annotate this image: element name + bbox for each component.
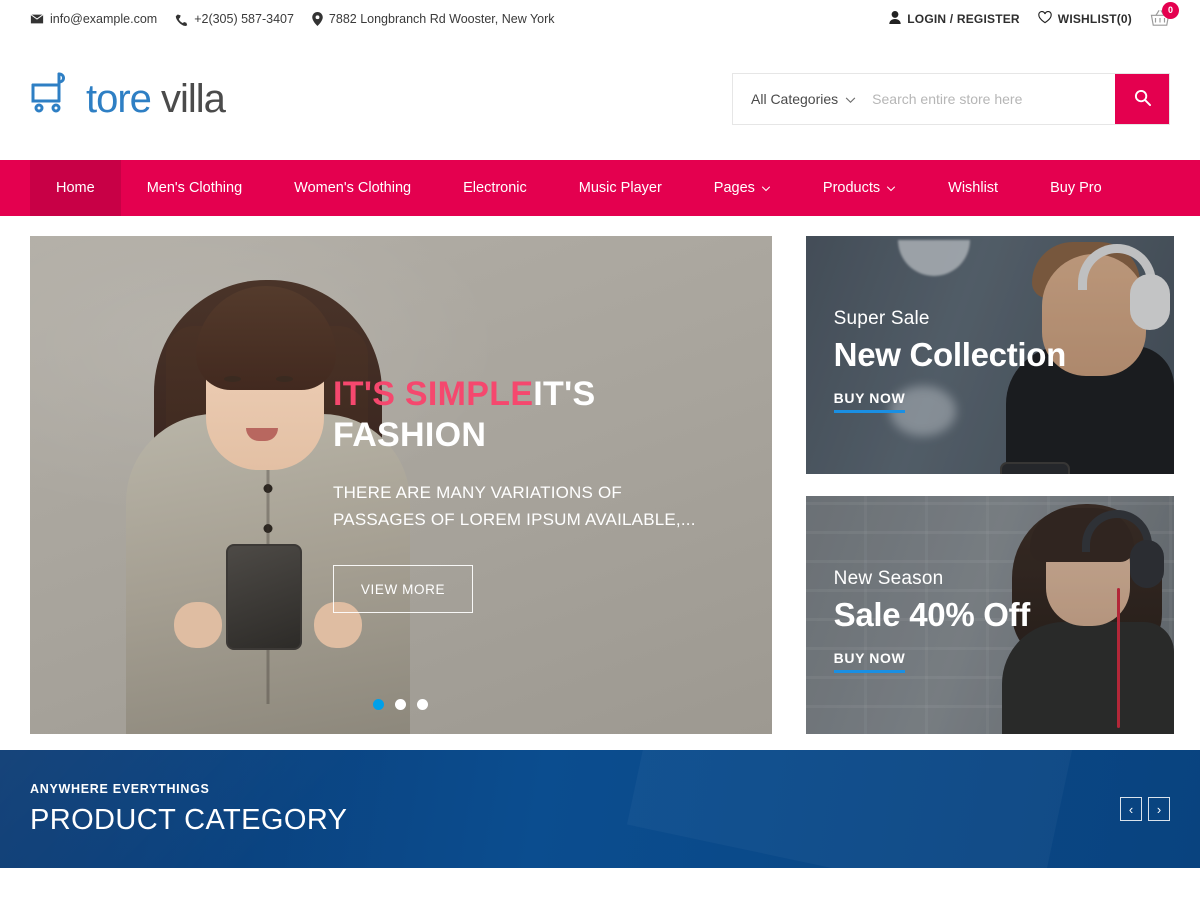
carousel-next-button[interactable]: › <box>1148 797 1170 821</box>
promo-banner-group: Super Sale New Collection BUY NOW New Se… <box>805 236 1174 750</box>
promo-b-title: Sale 40% Off <box>833 596 1031 633</box>
site-header: tore villa All Categories <box>0 38 1200 160</box>
nav-label: Buy Pro <box>1050 180 1102 196</box>
promo-b-caption: New Season Sale 40% Off BUY NOW <box>833 568 1031 673</box>
promo-b-cta-underline <box>833 670 906 673</box>
promo-a-cta-label: BUY NOW <box>833 390 906 406</box>
category-select-label: All Categories <box>751 91 839 107</box>
promo-b-kicker: New Season <box>833 568 944 589</box>
shopping-cart-logo-icon <box>30 71 76 128</box>
contact-address-text: 7882 Longbranch Rd Wooster, New York <box>328 12 555 26</box>
hero-dot-3[interactable] <box>417 699 429 710</box>
nav-label: Men's Clothing <box>146 180 243 196</box>
nav-item-wishlist[interactable]: Wishlist <box>922 160 1024 216</box>
promo-a-title: New Collection <box>833 336 1067 373</box>
hero-dot-2[interactable] <box>395 699 407 710</box>
promo-banner-sale-40-off[interactable]: New Season Sale 40% Off BUY NOW <box>805 496 1174 734</box>
hero-subtitle: THERE ARE MANY VARIATIONS OF PASSAGES OF… <box>333 482 696 530</box>
search-input[interactable] <box>872 74 1115 124</box>
contact-phone[interactable]: +2(305) 587-3407 <box>175 12 294 26</box>
product-category-heading-group: ANYWHERE EVERYTHINGS PRODUCT CATEGORY <box>30 782 347 837</box>
nav-label: Music Player <box>578 180 662 196</box>
envelope-icon <box>30 12 44 26</box>
promo-a-buy-now-button[interactable]: BUY NOW <box>833 390 906 413</box>
hero-dot-1[interactable] <box>373 699 385 710</box>
logo-text-secondary: villa <box>160 77 226 121</box>
product-category-title: PRODUCT CATEGORY <box>30 803 348 836</box>
search-icon <box>1134 89 1151 109</box>
top-info-bar: info@example.com +2(305) 587-3407 7882 L… <box>0 0 1200 38</box>
nav-item-buy-pro[interactable]: Buy Pro <box>1024 160 1128 216</box>
map-pin-icon <box>312 12 323 26</box>
cart-button[interactable]: 0 <box>1150 1 1179 30</box>
chevron-down-icon <box>886 180 896 196</box>
product-category-kicker: ANYWHERE EVERYTHINGS <box>30 781 210 796</box>
promo-a-caption: Super Sale New Collection BUY NOW <box>833 308 1067 413</box>
heart-icon <box>1038 10 1052 27</box>
top-account-group: LOGIN / REGISTER WISHLIST(0) 0 <box>889 1 1179 30</box>
login-register-text: LOGIN / REGISTER <box>907 12 1020 26</box>
hero-slider[interactable]: IT'S SIMPLEIT'S FASHION THERE ARE MANY V… <box>30 236 772 734</box>
product-category-carousel-controls: ‹ › <box>1120 797 1170 821</box>
login-register-link[interactable]: LOGIN / REGISTER <box>889 11 1020 27</box>
user-icon <box>889 11 901 27</box>
promo-b-buy-now-button[interactable]: BUY NOW <box>833 650 906 673</box>
phone-icon <box>175 13 188 26</box>
chevron-down-icon <box>761 180 771 196</box>
carousel-prev-button[interactable]: ‹ <box>1120 797 1142 821</box>
hero-view-more-button[interactable]: VIEW MORE <box>333 565 473 614</box>
logo-text-primary: tore <box>86 77 152 121</box>
site-logo[interactable]: tore villa <box>30 71 226 128</box>
chevron-down-icon <box>845 91 856 107</box>
nav-item-electronic[interactable]: Electronic <box>437 160 553 216</box>
product-category-section: ANYWHERE EVERYTHINGS PRODUCT CATEGORY ‹ … <box>0 750 1200 868</box>
cart-count-badge: 0 <box>1162 1 1179 19</box>
nav-label: Women's Clothing <box>294 180 412 196</box>
search-bar: All Categories <box>732 73 1170 125</box>
category-select[interactable]: All Categories <box>733 74 872 124</box>
wishlist-link[interactable]: WISHLIST(0) <box>1038 10 1132 27</box>
contact-email-text: info@example.com <box>50 12 158 26</box>
nav-item-home[interactable]: Home <box>30 160 121 216</box>
nav-item-products[interactable]: Products <box>797 160 922 216</box>
nav-item-music-player[interactable]: Music Player <box>553 160 688 216</box>
nav-label: Pages <box>713 180 755 196</box>
search-submit-button[interactable] <box>1115 74 1169 124</box>
nav-label: Wishlist <box>948 180 999 196</box>
contact-phone-text: +2(305) 587-3407 <box>194 12 294 26</box>
promo-a-kicker: Super Sale <box>833 308 930 329</box>
nav-label: Home <box>56 180 95 196</box>
promo-banner-new-collection[interactable]: Super Sale New Collection BUY NOW <box>805 236 1174 474</box>
nav-item-mens-clothing[interactable]: Men's Clothing <box>121 160 268 216</box>
hero-caption: IT'S SIMPLEIT'S FASHION THERE ARE MANY V… <box>333 374 733 614</box>
nav-item-pages[interactable]: Pages <box>688 160 797 216</box>
main-content: IT'S SIMPLEIT'S FASHION THERE ARE MANY V… <box>0 216 1200 750</box>
promo-b-cta-label: BUY NOW <box>833 650 906 666</box>
nav-label: Products <box>822 180 881 196</box>
contact-email[interactable]: info@example.com <box>30 12 157 26</box>
main-navigation: Home Men's Clothing Women's Clothing Ele… <box>0 160 1200 216</box>
contact-address[interactable]: 7882 Longbranch Rd Wooster, New York <box>312 12 555 26</box>
hero-title: IT'S SIMPLEIT'S FASHION <box>333 374 733 457</box>
hero-title-accent: IT'S SIMPLE <box>333 375 534 413</box>
promo-a-cta-underline <box>833 410 906 413</box>
wishlist-text: WISHLIST(0) <box>1057 12 1132 26</box>
top-contact-group: info@example.com +2(305) 587-3407 7882 L… <box>30 12 555 26</box>
nav-label: Electronic <box>463 180 527 196</box>
hero-slider-dots <box>30 699 772 710</box>
nav-item-womens-clothing[interactable]: Women's Clothing <box>268 160 437 216</box>
